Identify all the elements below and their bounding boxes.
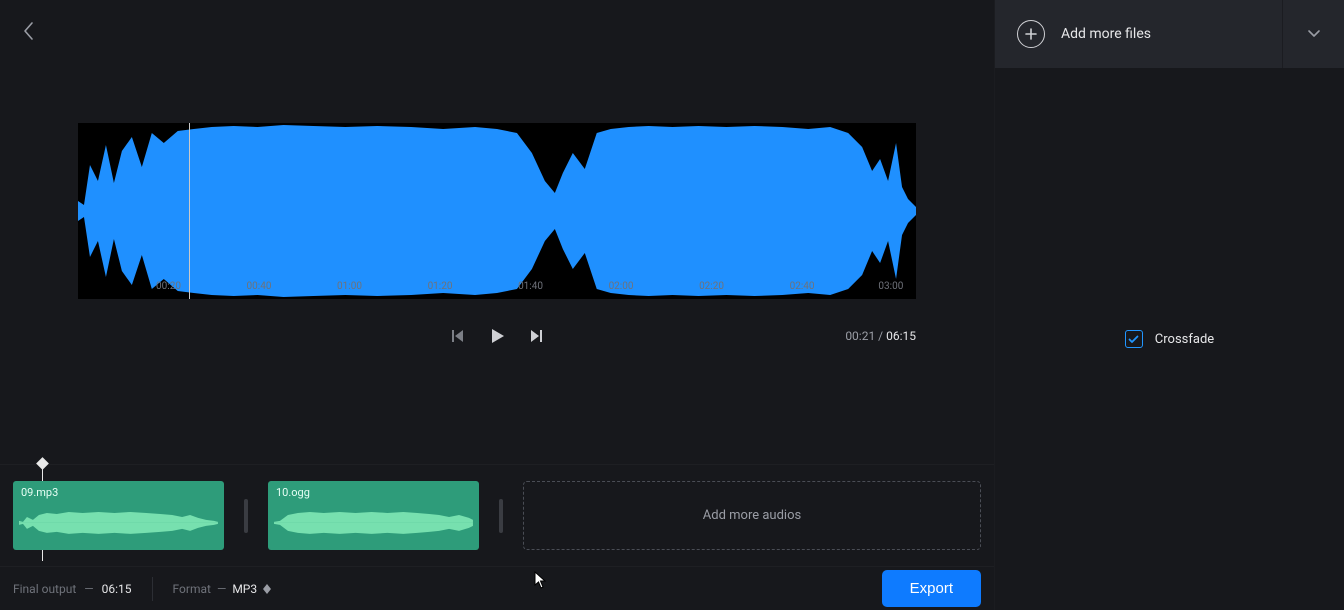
audio-clip[interactable]: 10.ogg (268, 481, 479, 550)
format-label: Format (173, 582, 211, 596)
waveform-canvas[interactable]: 00:20 00:40 01:00 01:20 01:40 02:00 02:2… (78, 123, 916, 299)
current-time: 00:21 (845, 329, 875, 343)
time-ruler: 00:20 00:40 01:00 01:20 01:40 02:00 02:2… (78, 279, 916, 293)
checkbox-box (1125, 330, 1143, 348)
tick-label: 00:20 (156, 281, 181, 292)
format-value: MP3 (232, 582, 257, 596)
chevron-down-icon (1307, 29, 1321, 39)
format-select[interactable]: Format — MP3 (173, 582, 272, 596)
final-output-value: 06:15 (102, 582, 132, 596)
stepper-arrows-icon (263, 584, 271, 594)
tick-label: 01:40 (518, 281, 543, 292)
clip-name: 09.mp3 (21, 486, 58, 499)
check-icon (1128, 335, 1139, 344)
expand-panel-button[interactable] (1282, 0, 1344, 68)
crossfade-checkbox[interactable]: Crossfade (1125, 330, 1214, 348)
chevron-left-icon (22, 20, 36, 42)
time-separator: / (875, 329, 886, 343)
divider (152, 577, 153, 601)
export-label: Export (910, 580, 953, 597)
waveform-preview: 00:20 00:40 01:00 01:20 01:40 02:00 02:2… (0, 0, 994, 464)
clip-waveform (274, 505, 473, 541)
play-button[interactable] (487, 326, 507, 346)
final-output-info: Final output — 06:15 (13, 582, 132, 596)
add-audio-dropzone[interactable]: Add more audios (523, 481, 981, 550)
clip-separator[interactable] (499, 499, 503, 533)
skip-back-icon (449, 328, 465, 344)
skip-forward-button[interactable] (529, 328, 545, 344)
final-output-label: Final output (13, 582, 76, 596)
crossfade-label: Crossfade (1155, 332, 1214, 347)
transport-bar: 00:21 / 06:15 (78, 321, 916, 351)
dropzone-label: Add more audios (703, 508, 801, 523)
tick-label: 02:20 (699, 281, 724, 292)
back-button[interactable] (22, 20, 36, 46)
tick-label: 03:00 (878, 281, 903, 292)
plus-circle-icon (1017, 20, 1045, 48)
playhead[interactable] (189, 123, 190, 299)
tick-label: 00:40 (247, 281, 272, 292)
tick-label: 02:40 (790, 281, 815, 292)
tick-label: 01:20 (428, 281, 453, 292)
add-files-button[interactable]: Add more files (995, 0, 1344, 68)
timeline-playhead[interactable] (38, 459, 47, 468)
clip-waveform (19, 505, 218, 541)
timeline-track[interactable]: 09.mp3 10.ogg (0, 464, 994, 566)
skip-back-button[interactable] (449, 328, 465, 344)
export-button[interactable]: Export (882, 570, 981, 607)
timecode: 00:21 / 06:15 (845, 329, 916, 343)
side-panel: Add more files Crossfade (994, 0, 1344, 610)
waveform-svg (78, 123, 916, 299)
tick-label: 01:00 (337, 281, 362, 292)
bottom-bar: Final output — 06:15 Format — MP3 Export (0, 566, 994, 610)
add-files-label: Add more files (1061, 26, 1151, 42)
total-time: 06:15 (886, 329, 916, 343)
play-icon (487, 326, 507, 346)
clip-name: 10.ogg (276, 486, 310, 499)
tick-label: 02:00 (609, 281, 634, 292)
audio-clip[interactable]: 09.mp3 (13, 481, 224, 550)
skip-forward-icon (529, 328, 545, 344)
clip-separator[interactable] (244, 499, 248, 533)
